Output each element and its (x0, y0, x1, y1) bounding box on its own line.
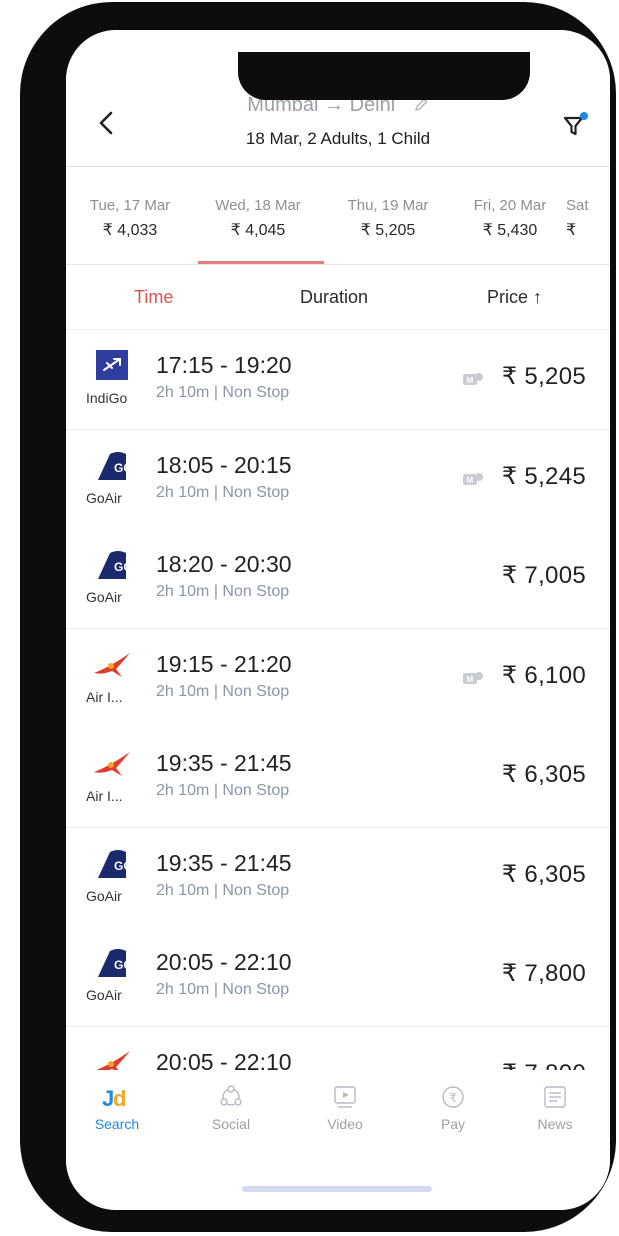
flight-row[interactable]: GO GoAir 18:05 - 20:15 2h 10m | Non Stop M ₹ … (66, 429, 610, 530)
flight-row[interactable]: Air I... 19:15 - 21:20 2h 10m | Non Stop M ₹… (66, 628, 610, 729)
flight-times: 20:05 - 22:10 (156, 949, 292, 975)
flight-times: 17:15 - 19:20 (156, 352, 292, 378)
date-label: Fri, 20 Mar (473, 197, 547, 214)
flight-row[interactable]: IndiGo 17:15 - 19:20 2h 10m | Non Stop M ₹ 5… (66, 330, 610, 430)
nav-social[interactable]: Social (191, 1084, 271, 1132)
filter-icon (563, 112, 588, 136)
date-price: ₹ (566, 222, 577, 239)
flight-price: ₹ 7,800 (501, 960, 586, 987)
flight-row[interactable]: GO GoAir 18:20 - 20:30 2h 10m | Non Stop ₹ 7… (66, 529, 610, 629)
date-label: Sat (566, 197, 589, 214)
nav-pay[interactable]: ₹ Pay (413, 1084, 493, 1132)
flight-times: 18:20 - 20:30 (156, 551, 292, 577)
sort-time-tab[interactable]: Time (134, 287, 173, 308)
date-option[interactable]: Sat ₹ (566, 197, 610, 240)
phone-frame: Mumbai → Delhi 18 Mar, 2 Adults, 1 Child… (20, 2, 616, 1232)
date-label: Wed, 18 Mar (215, 197, 301, 214)
flight-duration-stops: 2h 10m | Non Stop (156, 881, 290, 899)
flight-times: 19:15 - 21:20 (156, 650, 292, 677)
svg-text:GO: GO (114, 461, 133, 475)
airline-name: GoAir (86, 887, 122, 904)
flight-price: ₹ 7,005 (501, 562, 586, 589)
nav-label: Social (211, 1116, 251, 1132)
sort-price-tab[interactable]: Price ↑ (487, 287, 542, 308)
sort-bar: Time Duration Price ↑ (66, 265, 610, 330)
svg-text:GO: GO (114, 560, 133, 574)
airline-name: GoAir (86, 589, 122, 605)
flight-times: 19:35 - 21:45 (156, 750, 292, 776)
goair-logo: GO (90, 848, 134, 880)
filter-button[interactable] (560, 110, 590, 140)
svg-text:M: M (467, 376, 474, 385)
nav-label: Pay (440, 1116, 466, 1132)
date-price: ₹ 5,205 (360, 222, 416, 239)
video-icon (305, 1084, 385, 1110)
svg-text:M: M (467, 476, 474, 485)
flight-duration-stops: 2h 10m | Non Stop (156, 583, 290, 600)
svg-text:M: M (467, 675, 474, 684)
flight-duration-stops: 2h 10m | Non Stop (156, 782, 290, 799)
flight-duration-stops: 2h 10m | Non Stop (156, 981, 290, 998)
bottom-navigation: J d Search Social Video ₹ Pay News (66, 1070, 610, 1210)
airline-name: Air I... (86, 688, 123, 705)
search-summary: 18 Mar, 2 Adults, 1 Child (245, 129, 431, 148)
airline-name: Air I... (86, 788, 123, 804)
meal-deal-icon: M (462, 670, 484, 686)
phone-notch (238, 52, 530, 100)
goair-logo: GO (90, 450, 134, 482)
nav-label: Search (94, 1116, 140, 1132)
home-indicator (242, 1186, 432, 1192)
svg-text:GO: GO (114, 958, 133, 972)
nav-search[interactable]: J d Search (77, 1084, 157, 1132)
flight-price: ₹ 5,245 (501, 462, 586, 490)
svg-text:d: d (113, 1086, 126, 1110)
social-icon (191, 1084, 271, 1110)
date-option[interactable]: Thu, 19 Mar ₹ 5,205 (328, 197, 448, 240)
sort-duration-tab[interactable]: Duration (300, 287, 368, 308)
airline-name: GoAir (86, 489, 122, 506)
rupee-pay-icon: ₹ (413, 1084, 493, 1110)
flight-times: 19:35 - 21:45 (156, 849, 292, 876)
goair-logo: GO (90, 947, 134, 979)
date-price: ₹ 4,033 (102, 222, 158, 239)
flight-duration-stops: 2h 10m | Non Stop (156, 682, 290, 700)
nav-label: Video (327, 1116, 363, 1132)
flight-duration-stops: 2h 10m | Non Stop (156, 384, 290, 401)
airline-name: IndiGo (86, 390, 128, 406)
date-option[interactable]: Fri, 20 Mar ₹ 5,430 (450, 197, 570, 240)
meal-deal-icon: M (462, 371, 484, 387)
date-selector: Tue, 17 Mar ₹ 4,033 Wed, 18 Mar ₹ 4,045 … (66, 167, 610, 265)
date-option-selected[interactable]: Wed, 18 Mar ₹ 4,045 (198, 197, 318, 240)
date-option[interactable]: Tue, 17 Mar ₹ 4,033 (70, 197, 190, 240)
date-label: Tue, 17 Mar (89, 197, 171, 214)
news-icon (515, 1084, 595, 1110)
filter-active-dot (580, 112, 588, 120)
date-price: ₹ 4,045 (230, 222, 286, 239)
nav-label: News (537, 1116, 573, 1132)
flight-price: ₹ 6,305 (501, 761, 586, 788)
airline-name: GoAir (86, 987, 122, 1003)
flight-row[interactable]: Air I... 19:35 - 21:45 2h 10m | Non Stop ₹ … (66, 728, 610, 828)
date-price: ₹ 5,430 (482, 222, 538, 239)
nav-news[interactable]: News (515, 1084, 595, 1132)
flight-times: 18:05 - 20:15 (156, 451, 292, 478)
nav-video[interactable]: Video (305, 1084, 385, 1132)
app-screen: Mumbai → Delhi 18 Mar, 2 Adults, 1 Child… (66, 30, 610, 1210)
flight-price: ₹ 5,205 (501, 363, 586, 390)
jd-logo-icon: J d (77, 1084, 157, 1111)
flight-duration-stops: 2h 10m | Non Stop (156, 483, 290, 501)
air-india-logo (90, 748, 134, 780)
flight-price: ₹ 6,305 (501, 860, 586, 888)
svg-text:GO: GO (114, 859, 133, 873)
flight-row[interactable]: GO GoAir 20:05 - 22:10 2h 10m | Non Stop ₹ 7… (66, 927, 610, 1027)
air-india-logo (90, 649, 134, 681)
indigo-logo (90, 350, 134, 382)
date-label: Thu, 19 Mar (347, 197, 429, 214)
flight-price: ₹ 6,100 (501, 661, 586, 689)
selected-date-indicator (198, 261, 324, 264)
goair-logo: GO (90, 549, 134, 581)
meal-deal-icon: M (462, 471, 484, 487)
svg-text:₹: ₹ (449, 1091, 457, 1105)
flight-row[interactable]: GO GoAir 19:35 - 21:45 2h 10m | Non Stop ₹ 6… (66, 827, 610, 928)
